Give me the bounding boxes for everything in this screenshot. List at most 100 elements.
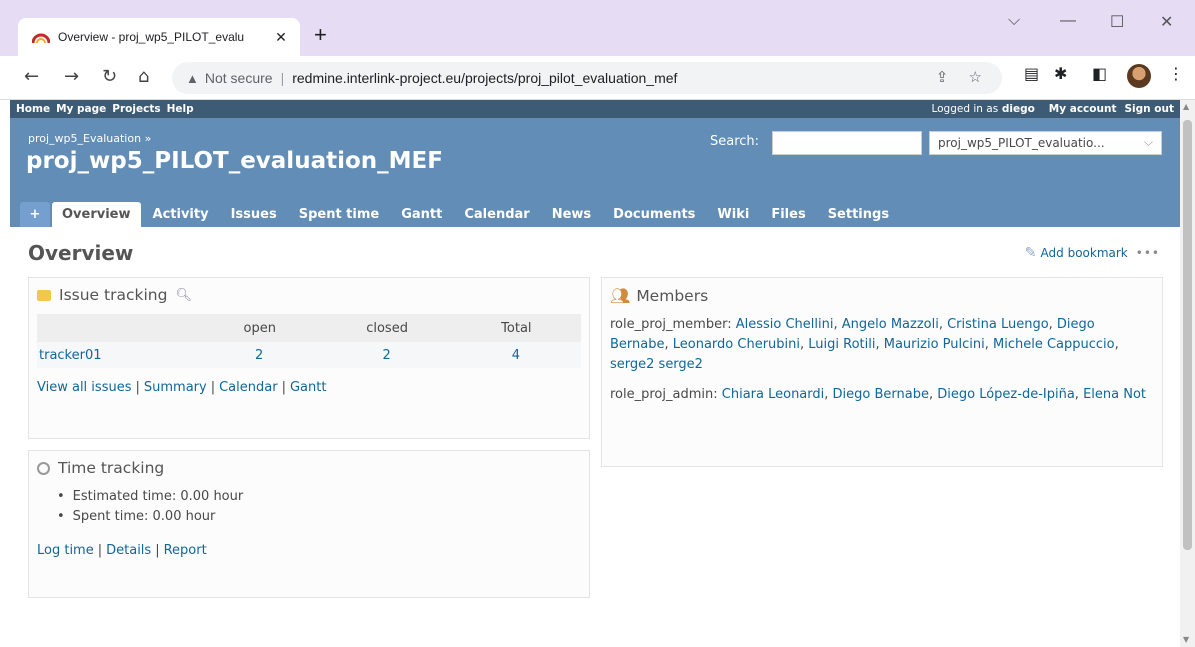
top-menu-home[interactable]: Home (16, 103, 50, 115)
folder-icon (37, 289, 51, 301)
time-summary-list: Estimated time: 0.00 hour Spent time: 0.… (57, 487, 581, 527)
member-link[interactable]: Diego Bernabe (833, 387, 929, 402)
tab-search-icon[interactable]: ⌵ (1008, 12, 1020, 30)
project-header: proj_wp5_Evaluation » proj_wp5_PILOT_eva… (10, 118, 1180, 227)
tab-documents[interactable]: Documents (603, 202, 705, 227)
member-link[interactable]: Alessio Chellini (736, 317, 834, 332)
log-time-link[interactable]: Log time (37, 543, 94, 558)
search-label: Search: (710, 134, 760, 149)
page-scrollbar[interactable]: ▲ ▼ (1180, 100, 1195, 647)
home-icon[interactable]: ⌂ (138, 66, 149, 87)
total-count-link[interactable]: 4 (512, 348, 520, 363)
sign-out-link[interactable]: Sign out (1124, 103, 1174, 115)
project-select-value: proj_wp5_PILOT_evaluatio... (938, 136, 1105, 150)
tab-gantt[interactable]: Gantt (391, 202, 452, 227)
extensions-icon[interactable]: ✱ (1054, 64, 1067, 83)
clock-icon (37, 461, 50, 475)
tracker-link[interactable]: tracker01 (39, 348, 102, 363)
reader-icon[interactable]: ▤ (1024, 64, 1039, 83)
scroll-up-icon[interactable]: ▲ (1183, 102, 1189, 111)
view-all-issues-link[interactable]: View all issues (37, 380, 131, 395)
tab-calendar[interactable]: Calendar (454, 202, 539, 227)
member-link[interactable]: Cristina Luengo (947, 317, 1049, 332)
member-link[interactable]: Chiara Leonardi (722, 387, 825, 402)
new-object-button[interactable]: + (20, 202, 50, 227)
tab-wiki[interactable]: Wiki (707, 202, 759, 227)
tab-settings[interactable]: Settings (818, 202, 899, 227)
member-link[interactable]: Diego López-de-Ipiña (937, 387, 1075, 402)
tab-spent-time[interactable]: Spent time (289, 202, 390, 227)
back-icon[interactable]: ← (24, 66, 39, 87)
tab-news[interactable]: News (542, 202, 601, 227)
top-menu-help[interactable]: Help (167, 103, 194, 115)
maximize-icon[interactable]: ☐ (1110, 12, 1124, 32)
close-tab-icon[interactable]: ✕ (272, 29, 290, 46)
new-tab-icon[interactable]: + (314, 22, 327, 48)
member-link[interactable]: serge2 serge2 (610, 357, 703, 372)
tab-title: Overview - proj_wp5_PILOT_evalu (58, 30, 245, 44)
side-panel-icon[interactable]: ◧ (1092, 64, 1107, 83)
member-link[interactable]: Angelo Mazzoli (842, 317, 939, 332)
chevron-down-icon: ⌵ (1143, 135, 1153, 149)
summary-link[interactable]: Summary (144, 380, 207, 395)
table-row: tracker01 2 2 4 (37, 342, 581, 368)
project-jump-select[interactable]: proj_wp5_PILOT_evaluatio... ⌵ (929, 131, 1162, 155)
time-tracking-box: Time tracking Estimated time: 0.00 hour … (28, 450, 590, 598)
main-content: Overview ✎ Add bookmark ••• Issue tracki… (10, 227, 1180, 647)
member-link[interactable]: Elena Not (1083, 387, 1146, 402)
logged-in-label: Logged in as diego (931, 103, 1035, 115)
browser-toolbar: ← → ↻ ⌂ ▲ Not secure | redmine.interlink… (0, 56, 1195, 100)
redmine-page: Home My page Projects Help Logged in as … (10, 100, 1180, 647)
omnibox-actions: ⇪ ☆ (920, 68, 982, 86)
column-header-open: open (197, 314, 323, 342)
closed-count-link[interactable]: 2 (382, 348, 390, 363)
spent-time: Spent time: 0.00 hour (57, 507, 581, 527)
reload-icon[interactable]: ↻ (102, 66, 117, 87)
scroll-down-icon[interactable]: ▼ (1183, 635, 1189, 644)
column-header-closed: closed (322, 314, 452, 342)
forward-icon[interactable]: → (64, 66, 79, 87)
member-group-member: role_proj_member: Alessio Chellini, Ange… (610, 317, 1119, 372)
tab-overview[interactable]: Overview (52, 202, 141, 227)
close-window-icon[interactable]: ✕ (1160, 12, 1173, 32)
issue-tracking-title: Issue tracking (59, 286, 168, 304)
search-input[interactable] (772, 131, 922, 155)
bookmark-star-icon[interactable]: ☆ (969, 69, 982, 86)
address-bar[interactable]: ▲ Not secure | redmine.interlink-project… (172, 62, 1002, 94)
issue-tracking-heading: Issue tracking 🔍︎ (37, 286, 581, 304)
gantt-link[interactable]: Gantt (290, 380, 326, 395)
scroll-thumb[interactable] (1183, 120, 1192, 550)
parent-project-link[interactable]: proj_wp5_Evaluation » (28, 132, 151, 145)
time-tracking-title: Time tracking (58, 459, 165, 477)
browser-tab[interactable]: Overview - proj_wp5_PILOT_evalu ✕ (18, 18, 300, 56)
member-link[interactable]: Leonardo Cherubini (673, 337, 800, 352)
share-icon[interactable]: ⇪ (936, 69, 949, 86)
time-tracking-heading: Time tracking (37, 459, 581, 477)
column-header-tracker (37, 314, 197, 342)
warning-icon: ▲ (186, 70, 199, 86)
my-account-link[interactable]: My account (1049, 103, 1117, 115)
add-bookmark-link[interactable]: ✎ Add bookmark ••• (1025, 245, 1160, 261)
member-link[interactable]: Michele Cappuccio (993, 337, 1115, 352)
profile-avatar[interactable] (1127, 64, 1151, 88)
page-title: Overview (28, 241, 134, 265)
username-link[interactable]: diego (1002, 103, 1035, 115)
details-link[interactable]: Details (106, 543, 151, 558)
tab-issues[interactable]: Issues (221, 202, 287, 227)
report-link[interactable]: Report (164, 543, 207, 558)
minimize-icon[interactable]: — (1060, 12, 1076, 30)
menu-icon[interactable]: ⋮ (1168, 64, 1184, 83)
member-link[interactable]: Maurizio Pulcini (884, 337, 985, 352)
top-menu-projects[interactable]: Projects (112, 103, 160, 115)
tab-activity[interactable]: Activity (143, 202, 219, 227)
browser-tab-bar: Overview - proj_wp5_PILOT_evalu ✕ + ⌵ — … (0, 0, 1195, 56)
magnifier-icon[interactable]: 🔍︎ (175, 288, 192, 303)
top-menu-my-page[interactable]: My page (56, 103, 106, 115)
tab-files[interactable]: Files (761, 202, 815, 227)
project-title: proj_wp5_PILOT_evaluation_MEF (26, 148, 443, 174)
calendar-link[interactable]: Calendar (219, 380, 277, 395)
open-count-link[interactable]: 2 (255, 348, 263, 363)
role-label: role_proj_admin: (610, 387, 718, 402)
more-actions-icon[interactable]: ••• (1136, 246, 1160, 260)
member-link[interactable]: Luigi Rotili (808, 337, 875, 352)
